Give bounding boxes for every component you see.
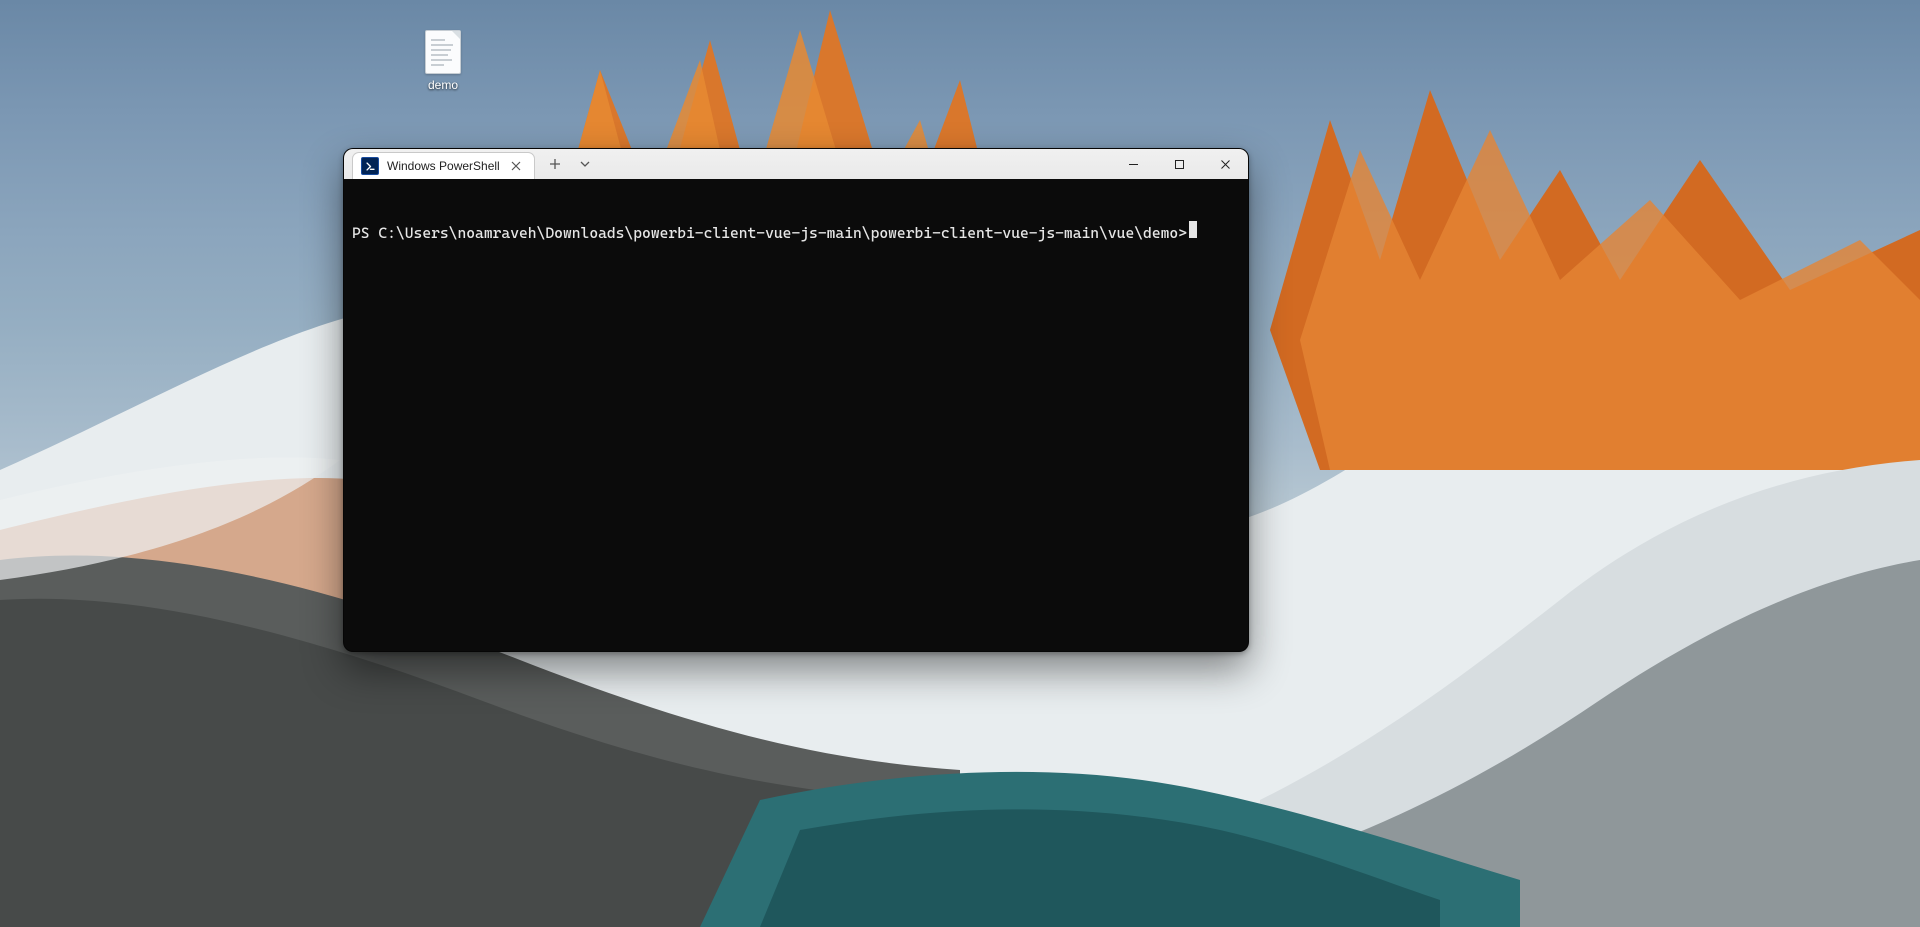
titlebar-drag-region[interactable] (599, 149, 1110, 179)
new-tab-button[interactable] (541, 150, 569, 178)
prompt-prefix: PS (352, 224, 378, 242)
powershell-icon (361, 157, 379, 175)
terminal-body[interactable]: PS C:\Users\noamraveh\Downloads\powerbi-… (344, 179, 1248, 651)
tab-title: Windows PowerShell (387, 159, 500, 173)
terminal-window[interactable]: Windows PowerShell (343, 148, 1249, 652)
prompt-cwd: C:\Users\noamraveh\Downloads\powerbi-cli… (378, 224, 1178, 242)
tab-close-button[interactable] (508, 158, 524, 174)
tab-dropdown-button[interactable] (571, 150, 599, 178)
desktop-icon-demo[interactable]: demo (408, 30, 478, 92)
terminal-cursor (1189, 221, 1197, 238)
desktop-icon-label: demo (408, 78, 478, 92)
prompt-line[interactable]: PS C:\Users\noamraveh\Downloads\powerbi-… (352, 221, 1240, 242)
close-button[interactable] (1202, 149, 1248, 179)
minimize-button[interactable] (1110, 149, 1156, 179)
tab-powershell[interactable]: Windows PowerShell (352, 152, 535, 179)
maximize-button[interactable] (1156, 149, 1202, 179)
titlebar[interactable]: Windows PowerShell (344, 149, 1248, 180)
text-file-icon (425, 30, 461, 74)
prompt-suffix: > (1178, 224, 1187, 242)
desktop[interactable]: demo Windows PowerShell (0, 0, 1920, 927)
